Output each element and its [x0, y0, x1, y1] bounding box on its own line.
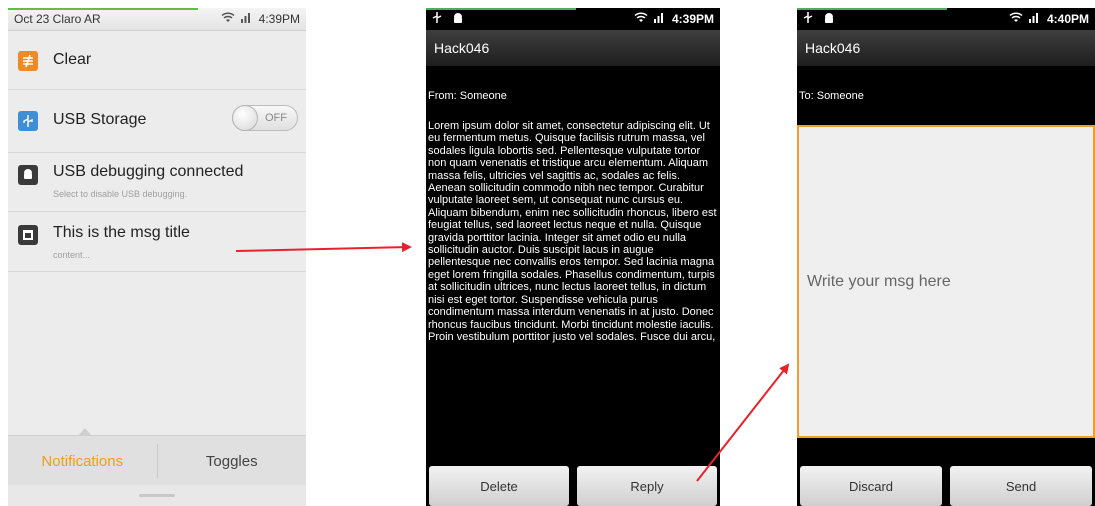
arrow-reply-to-compose: [696, 363, 790, 482]
arrow-notification-to-read: [235, 242, 412, 253]
flow-arrows: [235, 242, 790, 482]
